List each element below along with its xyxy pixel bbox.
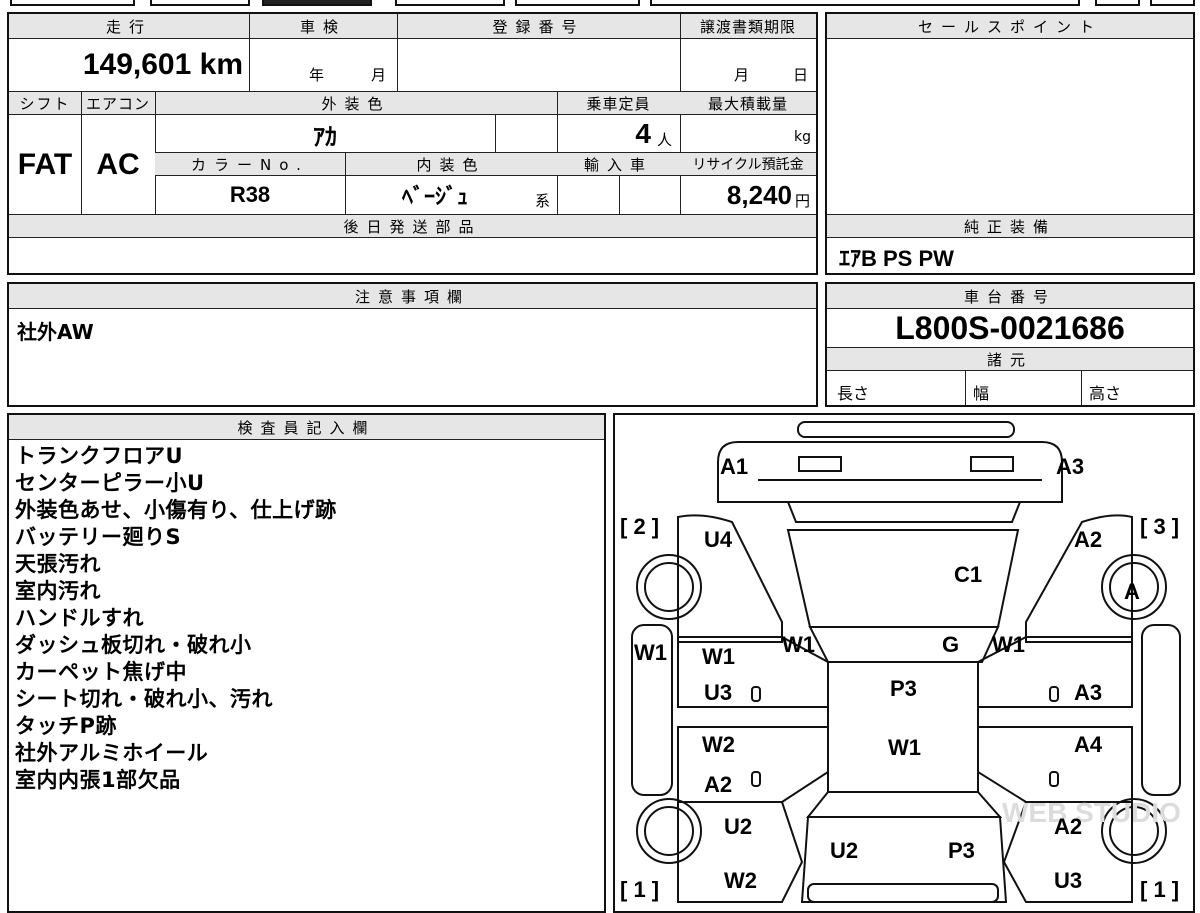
inspector-note: バッテリー廻りS: [15, 525, 182, 549]
watermark: WEB STUDIO: [1002, 797, 1181, 828]
damage-label-g: G: [942, 632, 959, 657]
damage-label-a2-front-door-left: A2: [704, 772, 732, 797]
damage-label-a3-door-right: A3: [1074, 680, 1102, 705]
aircon-value: AC: [96, 147, 140, 181]
mileage-header: 走行: [9, 14, 249, 38]
genuine-equipment-header: 純正装備: [827, 215, 1193, 237]
inspector-note: ダッシュ板切れ・破れ小: [15, 633, 252, 657]
shift-header: シフト: [9, 92, 81, 114]
top-strip: [0, 0, 1200, 8]
damage-label-corner-2: [ 2 ]: [620, 514, 659, 539]
caution-box: 注意事項欄 社外AW: [7, 282, 818, 407]
damage-label-w1-door-left: W1: [702, 644, 735, 669]
max-load-header: 最大積載量: [680, 92, 816, 114]
inspector-note: センターピラー小U: [15, 471, 205, 495]
shaken-month-unit: 月: [371, 66, 387, 84]
load-unit: kg: [794, 129, 811, 145]
chassis-number: L800S-0021686: [895, 309, 1125, 346]
damage-label-c1: C1: [954, 562, 982, 587]
sales-point-header: セールスポイント: [827, 14, 1193, 38]
color-no-header: カラーNo.: [155, 153, 345, 175]
recycle-fee-value: 8,240: [726, 179, 792, 210]
interior-color-value: ﾍﾞｰｼﾞｭ: [401, 184, 468, 209]
aircon-header: エアコン: [81, 92, 155, 114]
capacity-unit: 人: [657, 131, 673, 149]
damage-label-w1-pillar-right: W1: [992, 632, 1025, 657]
import-header: 輸入車: [557, 153, 680, 175]
damage-label-corner-3: [ 3 ]: [1140, 514, 1179, 539]
inspector-note: タッチP跡: [15, 714, 117, 738]
damage-label-u3-front-right: U3: [1054, 868, 1082, 893]
damage-label-a1-rear-left: A1: [720, 454, 748, 479]
chassis-box: 車台番号 L800S-0021686 諸元 長さ 幅 高さ: [825, 282, 1195, 407]
width-label: 幅: [973, 384, 990, 403]
capacity-value: 4: [635, 118, 651, 149]
caution-note: 社外AW: [17, 320, 94, 344]
chassis-header: 車台番号: [827, 284, 1193, 308]
car-damage-diagram: WEB STUDIO A1 A3 [ 2 ] [ 3 ] U4 A2 C1 A W1 W1 G W1 W…: [613, 413, 1195, 913]
inspector-note: トランクフロアU: [15, 444, 184, 468]
deadline-day-unit: 日: [793, 66, 809, 84]
damage-label-u2-hood: U2: [830, 838, 858, 863]
damage-label-corner-1-right: [ 1 ]: [1140, 877, 1179, 902]
exterior-color-value: ｱｶ: [313, 123, 337, 151]
damage-label-a-wheel: A: [1124, 579, 1140, 604]
recycle-header: リサイクル預託金: [680, 153, 816, 175]
damage-label-a4: A4: [1074, 732, 1103, 757]
height-label: 高さ: [1089, 384, 1122, 403]
inspector-note: 社外アルミホイール: [15, 741, 209, 765]
damage-label-w1-roof: W1: [888, 735, 921, 760]
exterior-color-header: 外装色: [155, 92, 557, 114]
shaken-header: 車検: [249, 14, 397, 38]
deadline-month-unit: 月: [734, 66, 750, 84]
damage-label-p3-roof: P3: [890, 676, 917, 701]
inspector-note: 外装色あせ、小傷有り、仕上げ跡: [15, 498, 337, 522]
damage-label-u2-front-left: U2: [724, 814, 752, 839]
inspector-box: 検査員記入欄 トランクフロアU センターピラー小U 外装色あせ、小傷有り、仕上げ…: [7, 413, 606, 913]
interior-color-header: 内装色: [345, 153, 557, 175]
damage-label-corner-1-left: [ 1 ]: [620, 877, 659, 902]
shaken-year-unit: 年: [309, 66, 325, 84]
inspector-note: 天張汚れ: [15, 552, 101, 576]
car-outline-svg: WEB STUDIO A1 A3 [ 2 ] [ 3 ] U4 A2 C1 A W1 W1 G W1 W…: [620, 421, 1181, 903]
vehicle-info-table: 走行 車検 登録番号 譲渡書類期限 149,601 km 年 月 月 日 シフト…: [7, 12, 818, 275]
genuine-equipment-value: ｴｱB PS PW: [839, 246, 954, 271]
registration-header: 登録番号: [397, 14, 680, 38]
damage-label-p3-hood: P3: [948, 838, 975, 863]
damage-label-w1-pillar-left: W1: [782, 632, 815, 657]
inspector-note: シート切れ・破れ小、汚れ: [15, 687, 273, 711]
inspector-note: 室内内張1部欠品: [15, 768, 181, 792]
damage-label-u3-door-left: U3: [704, 680, 732, 705]
later-parts-header: 後日発送部品: [9, 215, 816, 237]
interior-color-suffix: 系: [535, 192, 551, 210]
specs-header: 諸元: [827, 348, 1193, 370]
mileage-value: 149,601 km: [82, 48, 243, 81]
length-label: 長さ: [837, 384, 870, 403]
sales-point-box: セールスポイント 純正装備 ｴｱB PS PW: [825, 12, 1195, 275]
inspector-header: 検査員記入欄: [9, 415, 604, 439]
color-no-value: R38: [229, 182, 271, 207]
shift-value: FAT: [17, 147, 73, 181]
damage-label-w2-front-bottom: W2: [724, 868, 757, 893]
inspector-note: ハンドルすれ: [15, 606, 144, 630]
transfer-deadline-header: 譲渡書類期限: [680, 14, 816, 38]
damage-label-a3-rear-right: A3: [1056, 454, 1084, 479]
caution-header: 注意事項欄: [9, 284, 816, 308]
damage-label-w1-left-side: W1: [634, 640, 667, 665]
recycle-fee-unit: 円: [795, 192, 811, 210]
damage-label-a2-top-right: A2: [1074, 527, 1102, 552]
capacity-header: 乗車定員: [557, 92, 680, 114]
inspector-note: 室内汚れ: [15, 579, 101, 603]
inspector-notes-list: トランクフロアU センターピラー小U 外装色あせ、小傷有り、仕上げ跡 バッテリー…: [15, 443, 337, 794]
damage-label-a2-front-right: A2: [1054, 814, 1082, 839]
inspector-note: カーペット焦げ中: [15, 660, 187, 684]
damage-label-w2-front-door-left: W2: [702, 732, 735, 757]
damage-label-u4: U4: [704, 527, 733, 552]
